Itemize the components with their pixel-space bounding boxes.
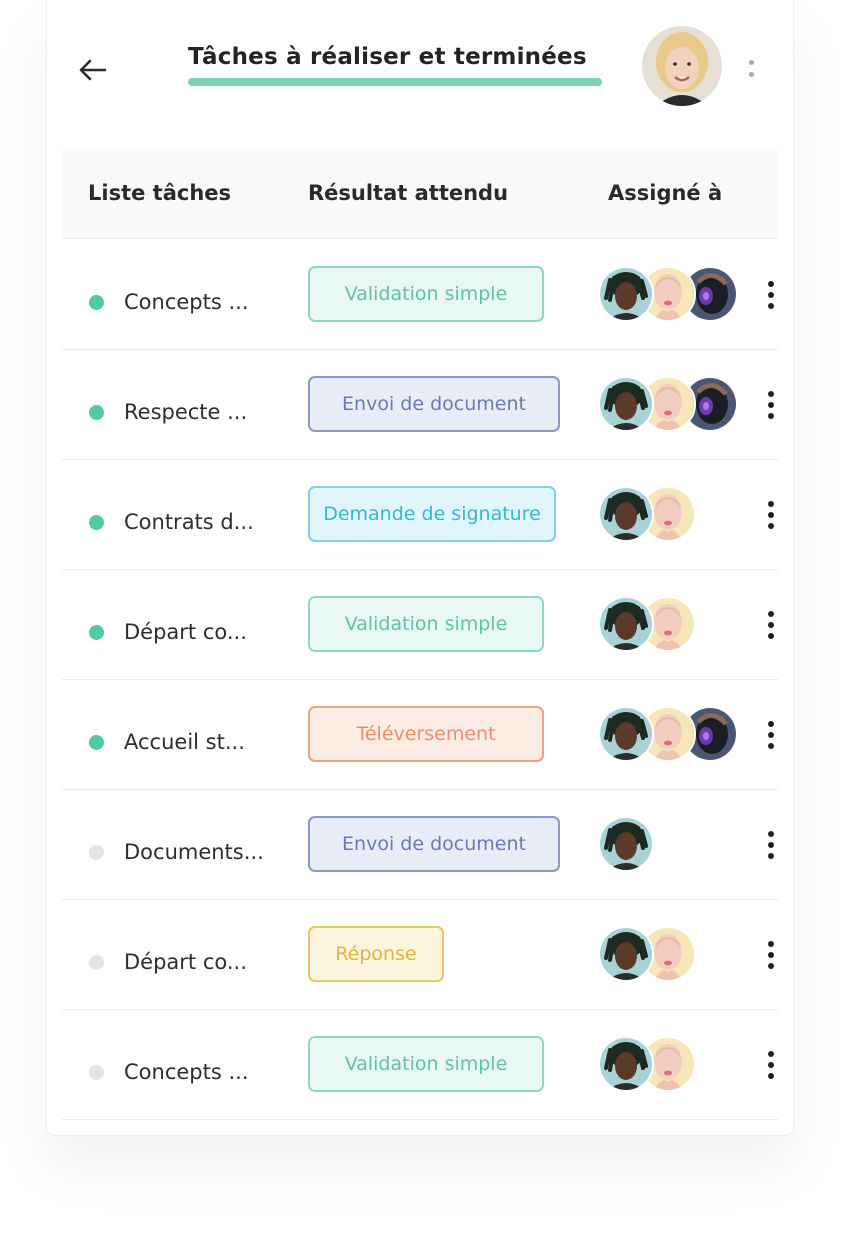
kebab-dot bbox=[768, 633, 774, 639]
table-row[interactable]: Contrats d... Demande de signature bbox=[62, 460, 778, 570]
kebab-dot bbox=[768, 1051, 774, 1057]
row-more-menu[interactable] bbox=[762, 608, 780, 642]
status-dot bbox=[89, 625, 104, 640]
result-badge[interactable]: Envoi de document bbox=[308, 816, 560, 872]
result-badge[interactable]: Validation simple bbox=[308, 266, 544, 322]
header-more-menu[interactable] bbox=[738, 50, 764, 86]
page-title: Tâches à réaliser et terminées bbox=[188, 44, 587, 70]
kebab-dot bbox=[768, 732, 774, 738]
assignee-avatar-man[interactable] bbox=[598, 266, 654, 322]
kebab-dot bbox=[768, 963, 774, 969]
kebab-dot bbox=[748, 59, 754, 65]
assignee-avatar-man[interactable] bbox=[598, 376, 654, 432]
result-badge[interactable]: Demande de signature bbox=[308, 486, 556, 542]
status-dot bbox=[89, 295, 104, 310]
kebab-dot bbox=[768, 842, 774, 848]
status-dot bbox=[89, 1065, 104, 1080]
table-row[interactable]: Documents... Envoi de document bbox=[62, 790, 778, 900]
woman-avatar-image bbox=[642, 26, 722, 106]
kebab-dot bbox=[768, 391, 774, 397]
status-dot bbox=[89, 955, 104, 970]
column-header-result: Résultat attendu bbox=[308, 181, 509, 205]
task-name: Contrats d... bbox=[124, 510, 254, 534]
status-dot bbox=[89, 405, 104, 420]
assignee-avatar-man[interactable] bbox=[598, 816, 654, 872]
status-dot bbox=[89, 515, 104, 530]
kebab-dot bbox=[768, 952, 774, 958]
kebab-dot bbox=[768, 512, 774, 518]
assignee-avatar-man[interactable] bbox=[598, 706, 654, 762]
task-name: Accueil st... bbox=[124, 730, 245, 754]
status-dot bbox=[89, 845, 104, 860]
kebab-dot bbox=[768, 622, 774, 628]
kebab-dot bbox=[768, 721, 774, 727]
result-badge[interactable]: Réponse bbox=[308, 926, 444, 982]
task-name: Concepts ... bbox=[124, 290, 249, 314]
result-badge[interactable]: Téléversement bbox=[308, 706, 544, 762]
result-badge[interactable]: Validation simple bbox=[308, 1036, 544, 1092]
status-dot bbox=[89, 735, 104, 750]
task-name: Départ co... bbox=[124, 950, 247, 974]
table-row[interactable]: Départ co... Réponse bbox=[62, 900, 778, 1010]
kebab-dot bbox=[768, 402, 774, 408]
row-more-menu[interactable] bbox=[762, 388, 780, 422]
result-badge[interactable]: Envoi de document bbox=[308, 376, 560, 432]
kebab-dot bbox=[768, 281, 774, 287]
kebab-dot bbox=[768, 413, 774, 419]
kebab-dot bbox=[748, 71, 754, 77]
kebab-dot bbox=[768, 1073, 774, 1079]
column-header-tasks: Liste tâches bbox=[88, 181, 232, 205]
kebab-dot bbox=[768, 831, 774, 837]
task-name: Départ co... bbox=[124, 620, 247, 644]
task-name: Respecte ... bbox=[124, 400, 248, 424]
row-more-menu[interactable] bbox=[762, 828, 780, 862]
kebab-dot bbox=[768, 941, 774, 947]
kebab-dot bbox=[768, 303, 774, 309]
row-more-menu[interactable] bbox=[762, 1048, 780, 1082]
kebab-dot bbox=[768, 523, 774, 529]
page-title-block: Tâches à réaliser et terminées bbox=[188, 44, 602, 86]
table-row[interactable]: Concepts ... Validation simple bbox=[62, 1010, 778, 1120]
column-header-assignee: Assigné à bbox=[608, 181, 723, 205]
user-avatar[interactable] bbox=[642, 26, 722, 106]
assignee-avatar-man[interactable] bbox=[598, 486, 654, 542]
table-row[interactable]: Départ co... Validation simple bbox=[62, 570, 778, 680]
kebab-dot bbox=[768, 292, 774, 298]
assignee-avatar-man[interactable] bbox=[598, 596, 654, 652]
row-more-menu[interactable] bbox=[762, 498, 780, 532]
kebab-dot bbox=[768, 501, 774, 507]
task-name: Documents... bbox=[124, 840, 264, 864]
row-more-menu[interactable] bbox=[762, 278, 780, 312]
assignee-avatar-man[interactable] bbox=[598, 1036, 654, 1092]
kebab-dot bbox=[768, 853, 774, 859]
row-more-menu[interactable] bbox=[762, 938, 780, 972]
kebab-dot bbox=[768, 611, 774, 617]
table-header: Liste tâches Résultat attendu Assigné à bbox=[62, 151, 778, 239]
table-row[interactable]: Respecte ... Envoi de document bbox=[62, 350, 778, 460]
arrow-left-icon bbox=[79, 59, 107, 81]
back-button[interactable] bbox=[72, 52, 112, 88]
kebab-dot bbox=[768, 1062, 774, 1068]
task-name: Concepts ... bbox=[124, 1060, 249, 1084]
table-row[interactable]: Concepts ... Validation simple bbox=[62, 240, 778, 350]
kebab-dot bbox=[768, 743, 774, 749]
assignee-avatar-man[interactable] bbox=[598, 926, 654, 982]
result-badge[interactable]: Validation simple bbox=[308, 596, 544, 652]
table-row[interactable]: Accueil st... Téléversement bbox=[62, 680, 778, 790]
title-underline bbox=[188, 78, 602, 86]
row-more-menu[interactable] bbox=[762, 718, 780, 752]
